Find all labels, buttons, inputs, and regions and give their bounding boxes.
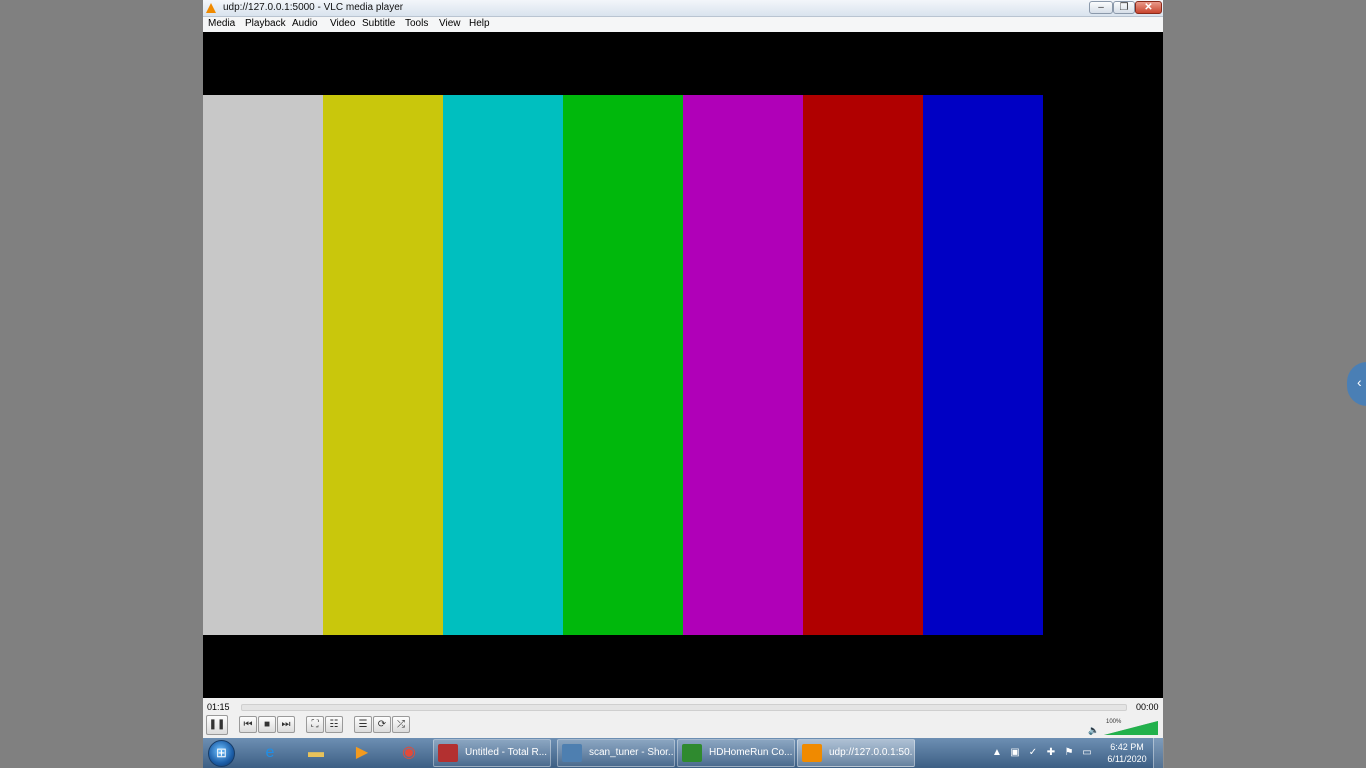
extended-settings-button[interactable]: ☷ <box>325 716 343 733</box>
loop-icon: ⟳ <box>377 719 387 730</box>
clock-date: 6/11/2020 <box>1107 754 1147 764</box>
internet-explorer-icon: e <box>265 744 275 761</box>
equalizer-icon: ☷ <box>329 719 339 730</box>
playlist-button[interactable]: ☰ <box>354 716 372 733</box>
vlc-tray-icon[interactable]: ▲ <box>991 747 1003 759</box>
elapsed-time: 01:15 <box>207 702 230 712</box>
playlist-icon: ☰ <box>358 719 368 730</box>
chrome-icon: ◉ <box>402 744 416 761</box>
task-scan-tuner[interactable]: scan_tuner - Shor... <box>557 739 675 767</box>
side-panel-tab[interactable]: ‹ <box>1347 362 1366 406</box>
color-bar-red <box>803 95 923 635</box>
shuffle-icon: ⤮ <box>397 719 405 730</box>
mute-icon[interactable]: 🔈 <box>1088 725 1099 736</box>
menu-video[interactable]: Video <box>330 18 355 29</box>
total-recorder-icon <box>438 744 458 762</box>
task-hdhomerun[interactable]: HDHomeRun Co... <box>677 739 795 767</box>
task-label: scan_tuner - Shor... <box>589 747 673 758</box>
menu-view[interactable]: View <box>439 18 461 29</box>
shortcut-window-icon <box>562 744 582 762</box>
pinned-file-explorer[interactable]: ▬ <box>301 741 331 766</box>
color-bars <box>203 95 1043 635</box>
menu-tools[interactable]: Tools <box>405 18 428 29</box>
title-bar[interactable]: udp://127.0.0.1:5000 - VLC media player … <box>203 0 1163 17</box>
pinned-internet-explorer[interactable]: e <box>255 741 285 766</box>
previous-icon: ⏮ <box>243 719 253 730</box>
start-button[interactable]: ⊞ <box>208 740 235 767</box>
task-label: udp://127.0.0.1:50... <box>829 747 913 758</box>
pinned-media-player[interactable]: ▶ <box>347 741 377 766</box>
flag-icon[interactable]: ⚑ <box>1063 747 1075 759</box>
restore-icon: ❐ <box>1119 2 1129 13</box>
fullscreen-icon: ⛶ <box>311 719 319 730</box>
color-bar-cyan <box>443 95 563 635</box>
vlc-window: udp://127.0.0.1:5000 - VLC media player … <box>203 0 1163 738</box>
menu-media[interactable]: Media <box>208 18 235 29</box>
pause-button[interactable]: ❚❚ <box>206 715 228 735</box>
next-button[interactable]: ⏭ <box>277 716 295 733</box>
folder-icon: ▬ <box>308 744 324 761</box>
security-icon[interactable]: ✓ <box>1027 747 1039 759</box>
clock-time: 6:42 PM <box>1110 742 1144 752</box>
loop-button[interactable]: ⟳ <box>373 716 391 733</box>
video-area[interactable] <box>203 32 1163 698</box>
minimize-icon: – <box>1098 2 1104 13</box>
hdhomerun-icon <box>682 744 702 762</box>
color-bar-blue <box>923 95 1043 635</box>
vlc-cone-icon <box>206 3 216 13</box>
menu-audio[interactable]: Audio <box>292 18 318 29</box>
chevron-left-icon: ‹ <box>1357 374 1362 390</box>
volume-level <box>1104 721 1158 735</box>
close-icon: ✕ <box>1144 2 1153 13</box>
clock[interactable]: 6:42 PM 6/11/2020 <box>1103 741 1151 765</box>
menu-subtitle[interactable]: Subtitle <box>362 18 395 29</box>
task-total-recorder[interactable]: Untitled - Total R... <box>433 739 551 767</box>
minimize-button[interactable]: – <box>1089 1 1113 14</box>
remaining-time: 00:00 <box>1136 702 1159 712</box>
menu-bar: Media Playback Audio Video Subtitle Tool… <box>203 17 1163 32</box>
fullscreen-button[interactable]: ⛶ <box>306 716 324 733</box>
network-icon[interactable]: ✚ <box>1045 747 1057 759</box>
next-icon: ⏭ <box>281 719 291 730</box>
monitor-icon[interactable]: ▣ <box>1009 747 1021 759</box>
taskbar: ⊞ e ▬ ▶ ◉ Untitled - Total R... scan_tun… <box>203 738 1164 768</box>
pinned-chrome[interactable]: ◉ <box>394 741 424 766</box>
close-button[interactable]: ✕ <box>1135 1 1162 14</box>
window-title: udp://127.0.0.1:5000 - VLC media player <box>223 2 404 13</box>
pause-icon: ❚❚ <box>208 719 226 730</box>
task-vlc[interactable]: udp://127.0.0.1:50... <box>797 739 915 767</box>
seek-bar[interactable] <box>241 704 1127 711</box>
playback-controls: 01:15 00:00 ❚❚ ⏮ ■ ⏭ ⛶ ☷ ☰ ⟳ ⤮ 🔈 100% <box>203 698 1163 738</box>
maximize-button[interactable]: ❐ <box>1113 1 1135 14</box>
color-bar-gray <box>203 95 323 635</box>
shuffle-button[interactable]: ⤮ <box>392 716 410 733</box>
vlc-cone-icon <box>802 744 822 762</box>
show-desktop-button[interactable] <box>1153 738 1164 768</box>
previous-button[interactable]: ⏮ <box>239 716 257 733</box>
color-bar-magenta <box>683 95 803 635</box>
color-bar-green <box>563 95 683 635</box>
task-label: HDHomeRun Co... <box>709 747 793 758</box>
menu-playback[interactable]: Playback <box>245 18 286 29</box>
color-bar-yellow <box>323 95 443 635</box>
stop-button[interactable]: ■ <box>258 716 276 733</box>
display-icon[interactable]: ▭ <box>1081 747 1093 759</box>
media-player-icon: ▶ <box>355 744 369 761</box>
task-label: Untitled - Total R... <box>465 747 548 758</box>
stop-icon: ■ <box>263 719 271 730</box>
menu-help[interactable]: Help <box>469 18 490 29</box>
windows-logo-icon: ⊞ <box>216 745 227 760</box>
